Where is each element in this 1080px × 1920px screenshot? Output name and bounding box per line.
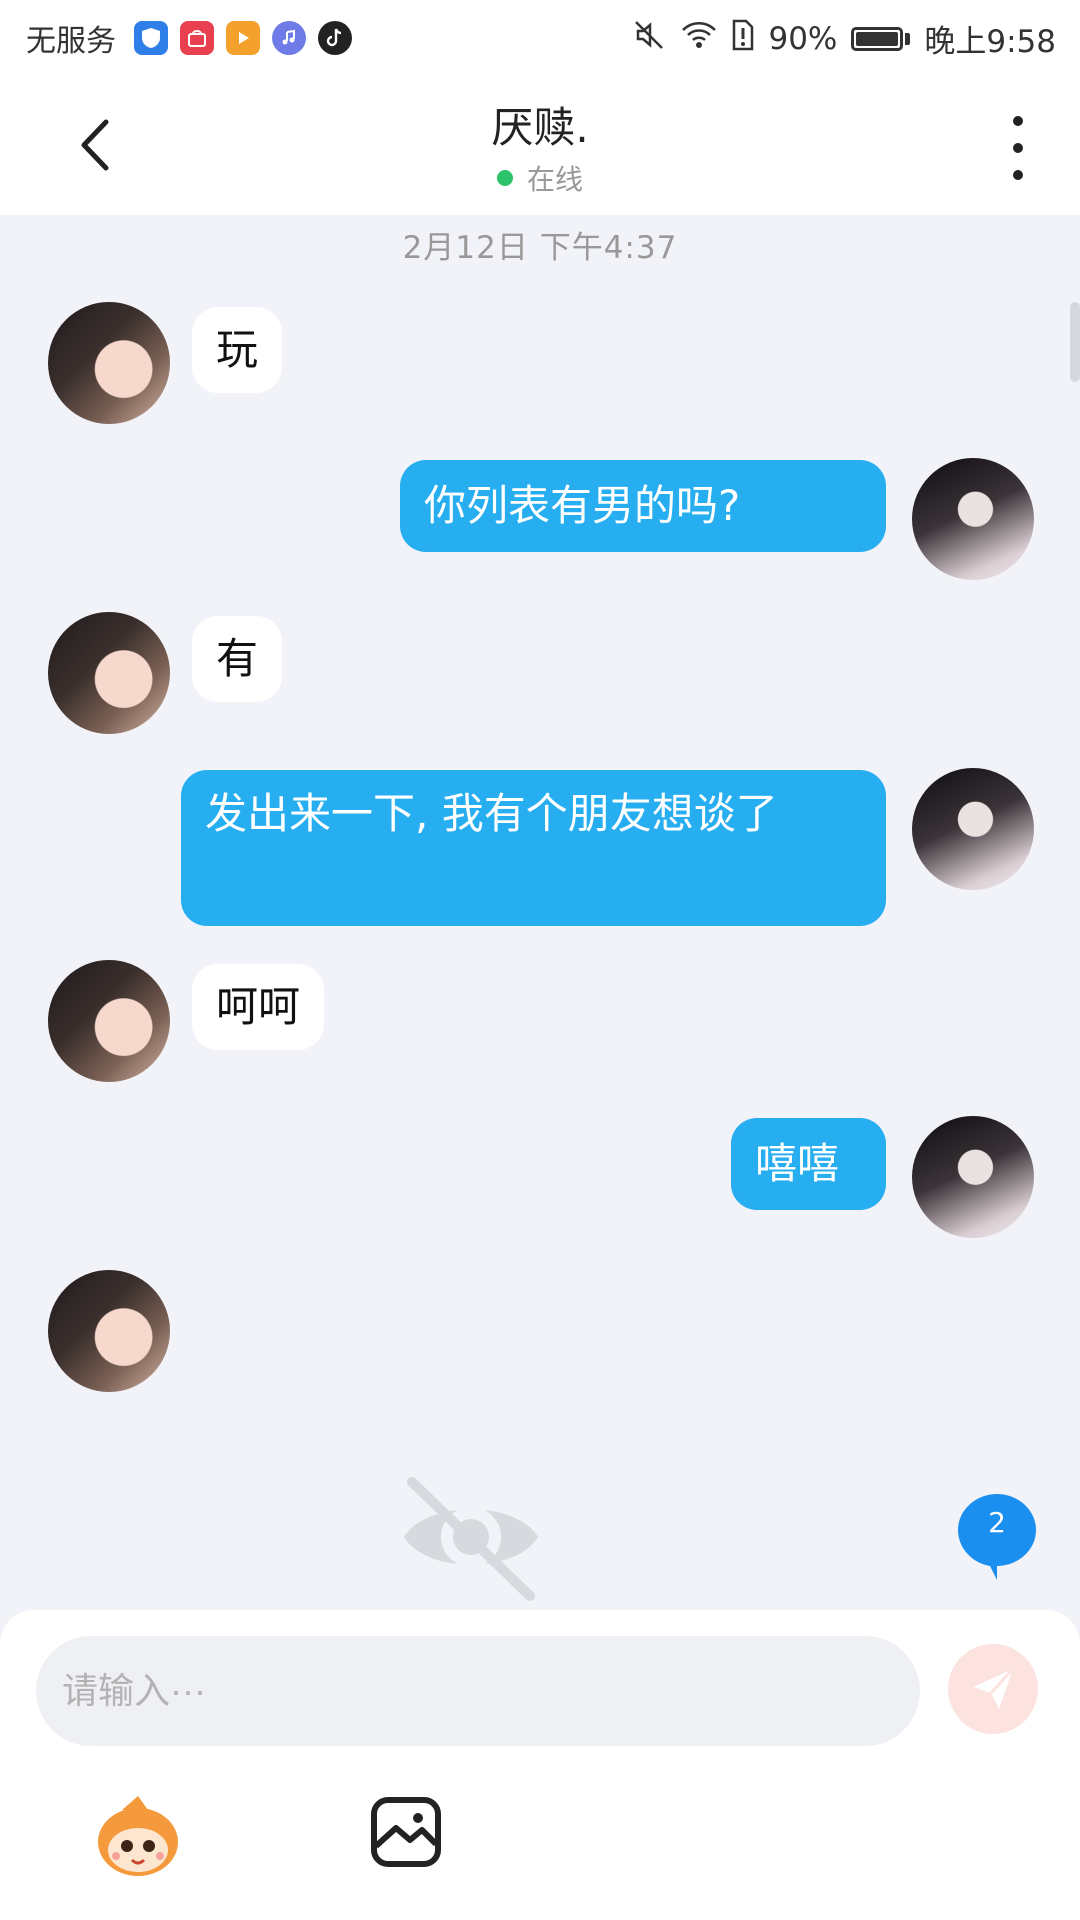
outgoing-message-bubble[interactable]: 发出来一下, 我有个朋友想谈了 — [181, 770, 886, 926]
my-avatar[interactable] — [912, 458, 1034, 580]
send-button[interactable] — [948, 1644, 1038, 1734]
battery-fill — [856, 31, 898, 46]
contact-avatar[interactable] — [48, 302, 170, 424]
wifi-icon — [680, 19, 718, 59]
message-text: 嘻嘻 — [755, 1139, 840, 1188]
message-timestamp: 2月12日 下午4:37 — [402, 230, 678, 266]
status-left: 无服务 — [26, 16, 352, 60]
huawei-store-icon — [180, 21, 214, 55]
my-avatar[interactable] — [912, 768, 1034, 890]
emoji-mascot-icon — [98, 1796, 178, 1876]
clock: 晚上9:58 — [924, 24, 1056, 60]
hidden-message-placeholder — [190, 1262, 770, 1442]
battery-percent: 90% — [768, 20, 838, 57]
emoji-button[interactable] — [92, 1790, 184, 1882]
music-app-icon — [272, 21, 306, 55]
battery-icon — [851, 26, 911, 51]
message-text: 你列表有男的吗? — [424, 481, 741, 530]
contact-avatar[interactable] — [48, 1270, 170, 1392]
message-input[interactable] — [36, 1636, 920, 1746]
contact-name: 厌赎. — [491, 103, 589, 152]
message-text: 有 — [216, 634, 259, 683]
presence-label: 在线 — [526, 163, 583, 196]
message-text: 玩 — [216, 325, 259, 374]
more-options-button[interactable] — [996, 116, 1040, 180]
tiktok-icon — [318, 21, 352, 55]
image-button[interactable] — [368, 1794, 444, 1870]
presence-status: 在线 — [0, 158, 1080, 198]
incoming-message-bubble[interactable]: 呵呵 — [192, 964, 325, 1050]
image-icon — [371, 1797, 441, 1867]
chat-header: 厌赎. 在线 — [0, 80, 1080, 215]
outgoing-message-bubble[interactable]: 你列表有男的吗? — [400, 460, 886, 552]
unread-messages-badge[interactable]: 2 — [956, 1492, 1038, 1582]
contact-avatar[interactable] — [48, 960, 170, 1082]
status-right: 90% 晚上9:58 — [632, 16, 1056, 61]
incoming-message-bubble[interactable]: 玩 — [192, 307, 283, 393]
composer — [0, 1610, 1080, 1920]
incoming-message-bubble[interactable]: 有 — [192, 616, 283, 702]
my-avatar[interactable] — [912, 1116, 1034, 1238]
carrier-label: 无服务 — [26, 24, 116, 59]
scrollbar[interactable] — [1070, 302, 1080, 382]
message-text: 发出来一下, 我有个朋友想谈了 — [205, 789, 778, 838]
contact-avatar[interactable] — [48, 612, 170, 734]
online-dot — [496, 170, 513, 186]
shield-app-icon — [134, 21, 168, 55]
unread-count: 2 — [988, 1506, 1006, 1539]
more-vertical-icon — [1013, 116, 1023, 126]
eye-slash-icon — [396, 1472, 546, 1602]
status-bar: 无服务 90% 晚上9:58 — [0, 0, 1080, 80]
video-app-icon — [226, 21, 260, 55]
paper-plane-icon — [973, 1667, 1015, 1709]
message-text: 呵呵 — [216, 982, 301, 1031]
outgoing-message-bubble[interactable]: 嘻嘻 — [731, 1118, 886, 1210]
sim-alert-icon — [732, 19, 754, 59]
mute-icon — [632, 18, 666, 60]
